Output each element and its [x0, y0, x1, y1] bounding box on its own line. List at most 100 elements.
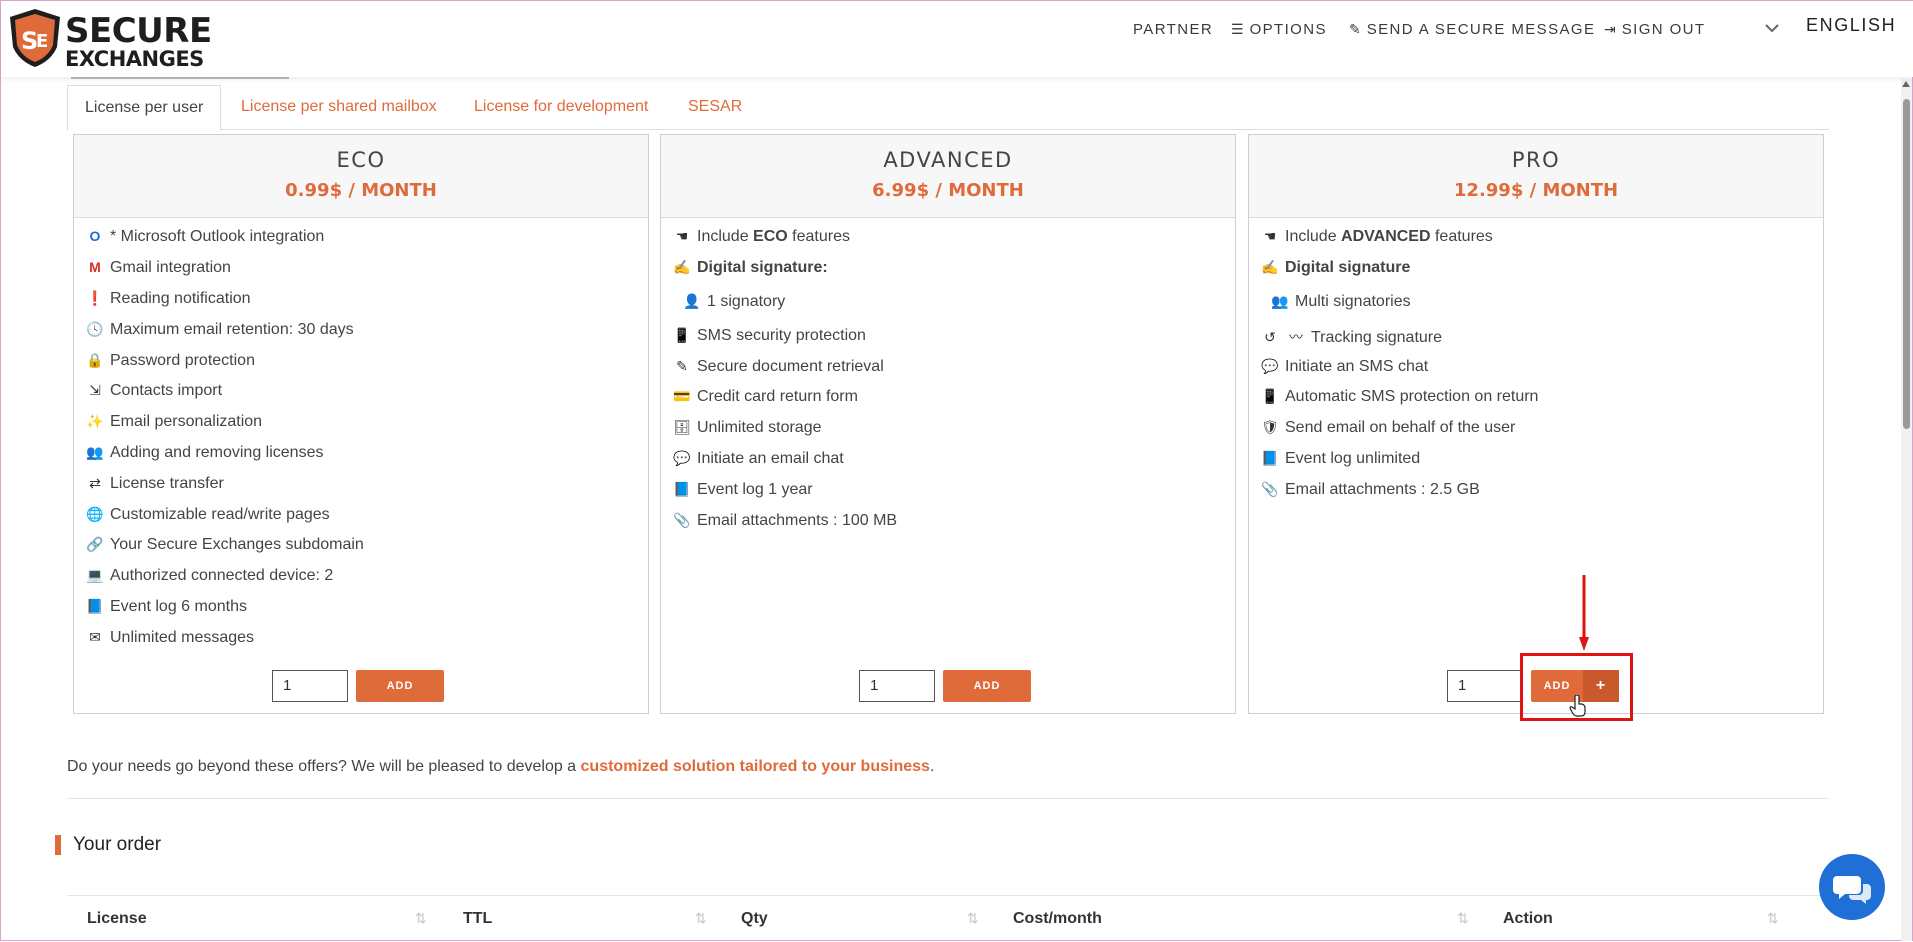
tab-license-per-user[interactable]: License per user	[67, 85, 222, 131]
logo-text-secure: SECURE	[65, 11, 212, 51]
chevron-down-icon[interactable]	[1765, 21, 1779, 35]
credit-card-icon: 💳	[673, 388, 691, 404]
feature-item: 📱 Automatic SMS protection on return	[1259, 388, 1538, 406]
column-action[interactable]: Action	[1503, 910, 1553, 928]
customized-solution-link[interactable]: customized solution tailored to your bus…	[581, 758, 930, 775]
signature-icon: ✍	[673, 259, 691, 275]
license-tabs: License per user License per shared mail…	[67, 85, 1829, 131]
tab-underline-divider	[71, 77, 289, 79]
tab-sesar[interactable]: SESAR	[688, 85, 742, 129]
mobile-icon: 📱	[673, 327, 691, 343]
sms-chat-icon: 💬	[1261, 358, 1279, 374]
archive-icon: 🗄	[673, 419, 691, 435]
exclamation-circle-icon: ❗	[86, 290, 104, 306]
file-signature-icon: ✎	[676, 358, 688, 374]
quantity-input-advanced[interactable]: 1	[859, 670, 935, 702]
users-icon: 👥	[1271, 293, 1289, 309]
feature-item: 📘 Event log 1 year	[671, 481, 812, 499]
feature-item: 💻 Authorized connected device: 2	[84, 567, 333, 585]
language-selector[interactable]: ENGLISH	[1806, 15, 1896, 36]
envelope-icon: ✉	[89, 629, 101, 645]
magic-wand-icon: ✨	[86, 413, 104, 429]
bars-icon: ☰	[1231, 21, 1244, 37]
feature-item: 👥 Adding and removing licenses	[84, 444, 323, 462]
logo-text-exchanges: EXCHANGES	[65, 47, 204, 71]
signature-scribble-icon: 〰	[1289, 329, 1303, 345]
nav-send-secure-message-link[interactable]: ✎ SEND A SECURE MESSAGE	[1349, 21, 1595, 39]
nav-options-link[interactable]: ☰ OPTIONS	[1231, 21, 1327, 39]
divider	[67, 798, 1829, 799]
custom-solution-text: Do your needs go beyond these offers? We…	[67, 758, 935, 775]
feature-item: O * Microsoft Outlook integration	[84, 228, 325, 246]
user-icon: 👤	[683, 293, 701, 309]
add-advanced-button[interactable]: ADD	[943, 670, 1031, 702]
feature-item: 🔗 Your Secure Exchanges subdomain	[84, 536, 364, 554]
plan-title: ADVANCED	[883, 148, 1013, 172]
sort-icon[interactable]: ⇅	[415, 910, 427, 927]
live-chat-button[interactable]	[1819, 854, 1885, 920]
feature-item: ⇄ License transfer	[84, 475, 224, 493]
feature-item: 🕓 Maximum email retention: 30 days	[84, 321, 353, 339]
feature-item: ☚ Include ECO features	[671, 228, 850, 246]
user-shield-icon: 🛡	[1261, 419, 1279, 435]
quantity-input-pro[interactable]: 1	[1447, 670, 1523, 702]
svg-text:E: E	[36, 31, 48, 52]
tab-license-per-shared-mailbox[interactable]: License per shared mailbox	[241, 85, 437, 129]
page-scrollbar[interactable]	[1901, 79, 1912, 941]
sort-icon[interactable]: ⇅	[695, 910, 707, 927]
nav-partner-label: PARTNER	[1133, 21, 1214, 38]
nav-partner-link[interactable]: PARTNER	[1133, 21, 1213, 39]
mobile-icon: 📱	[1261, 388, 1279, 404]
feature-item: M Gmail integration	[84, 259, 231, 277]
laptop-icon: 💻	[86, 567, 104, 583]
feature-item: ✎ Secure document retrieval	[671, 358, 884, 376]
feature-item: ✍ Digital signature	[1259, 259, 1410, 277]
sign-out-icon: ⇥	[1604, 21, 1616, 37]
feature-item: 👥 Multi signatories	[1269, 293, 1410, 311]
plan-price: 6.99$ / MONTH	[872, 180, 1024, 201]
plan-title: PRO	[1511, 148, 1561, 172]
gmail-icon: M	[89, 259, 101, 275]
feature-item: ❗ Reading notification	[84, 290, 250, 308]
hand-pointer-icon: ☚	[1263, 228, 1277, 244]
outlook-icon: O	[89, 228, 101, 244]
book-icon: 📘	[673, 481, 691, 497]
hand-cursor-icon	[1569, 695, 1586, 717]
add-eco-button[interactable]: ADD	[356, 670, 444, 702]
edit-icon: ✎	[1349, 21, 1361, 37]
chat-bubbles-icon	[1833, 876, 1871, 904]
feature-item: ✨ Email personalization	[84, 413, 262, 431]
feature-item: 👤 1 signatory	[681, 293, 785, 311]
book-icon: 📘	[1261, 450, 1279, 466]
scroll-thumb[interactable]	[1903, 99, 1910, 429]
plan-header: ECO 0.99$ / MONTH	[74, 135, 648, 218]
top-header: S E SECURE EXCHANGES PARTNER ☰ OPTIONS ✎ S…	[1, 1, 1913, 77]
nav-send-label: SEND A SECURE MESSAGE	[1366, 21, 1596, 38]
feature-item: 🛡 Send email on behalf of the user	[1259, 419, 1515, 437]
secure-exchanges-logo[interactable]: S E SECURE EXCHANGES	[7, 7, 212, 71]
column-cost-month[interactable]: Cost/month	[1013, 910, 1102, 928]
column-license[interactable]: License	[87, 910, 147, 928]
signature-icon: ✍	[1261, 259, 1279, 275]
feature-item: 📎 Email attachments : 2.5 GB	[1259, 481, 1479, 499]
quantity-input-eco[interactable]: 1	[272, 670, 348, 702]
feature-item: 📘 Event log 6 months	[84, 598, 247, 616]
scroll-up-icon[interactable]	[1902, 81, 1910, 87]
feature-item: 🗄 Unlimited storage	[671, 419, 821, 437]
plan-price: 12.99$ / MONTH	[1453, 180, 1619, 201]
sort-icon[interactable]: ⇅	[1457, 910, 1469, 927]
nav-options-label: OPTIONS	[1249, 21, 1327, 38]
hand-pointer-icon: ☚	[675, 228, 689, 244]
feature-item: ✍ Digital signature:	[671, 259, 827, 277]
exchange-icon: ⇄	[89, 475, 101, 491]
feature-item: 📱 SMS security protection	[671, 327, 866, 345]
column-ttl[interactable]: TTL	[463, 910, 492, 928]
tab-license-for-development[interactable]: License for development	[474, 85, 648, 129]
history-icon: ↺	[1264, 329, 1276, 345]
sort-icon[interactable]: ⇅	[967, 910, 979, 927]
sort-icon[interactable]: ⇅	[1767, 910, 1779, 927]
column-qty[interactable]: Qty	[741, 910, 768, 928]
feature-item: 💬 Initiate an email chat	[671, 450, 843, 468]
order-section-title: Your order	[55, 835, 161, 855]
nav-sign-out-link[interactable]: ⇥ SIGN OUT	[1604, 21, 1705, 39]
